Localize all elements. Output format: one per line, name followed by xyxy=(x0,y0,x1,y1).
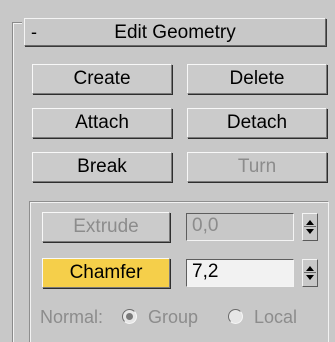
spinner-up-icon[interactable] xyxy=(306,266,314,271)
extrude-spinner[interactable] xyxy=(302,213,318,241)
turn-button[interactable]: Turn xyxy=(187,152,327,182)
local-radio[interactable] xyxy=(228,309,243,324)
spinner-divider xyxy=(304,272,316,273)
rollout-frame xyxy=(12,22,22,342)
create-button[interactable]: Create xyxy=(32,64,172,94)
edit-geometry-rollout: - Edit Geometry Create Delete Attach Det… xyxy=(0,0,335,342)
spinner-up-icon[interactable] xyxy=(306,220,314,225)
chamfer-button[interactable]: Chamfer xyxy=(42,258,170,288)
extrude-amount-field[interactable]: 0,0 xyxy=(186,213,294,241)
extrude-button[interactable]: Extrude xyxy=(42,212,170,242)
chamfer-spinner[interactable] xyxy=(302,259,318,287)
group-radio[interactable] xyxy=(122,309,137,324)
rollout-title-bar[interactable]: - Edit Geometry xyxy=(24,18,326,46)
delete-button[interactable]: Delete xyxy=(187,64,327,94)
spinner-down-icon[interactable] xyxy=(306,229,314,234)
local-radio-label[interactable]: Local xyxy=(254,304,297,330)
spinner-down-icon[interactable] xyxy=(306,275,314,280)
spinner-divider xyxy=(304,226,316,227)
normal-label: Normal: xyxy=(40,307,104,327)
break-button[interactable]: Break xyxy=(32,152,172,182)
chamfer-amount-field[interactable]: 7,2 xyxy=(186,259,294,287)
normal-radio-group: Normal: Group Local xyxy=(40,304,330,330)
group-radio-label[interactable]: Group xyxy=(148,304,198,330)
detach-button[interactable]: Detach xyxy=(187,108,327,138)
attach-button[interactable]: Attach xyxy=(32,108,172,138)
rollout-title: Edit Geometry xyxy=(114,22,236,43)
